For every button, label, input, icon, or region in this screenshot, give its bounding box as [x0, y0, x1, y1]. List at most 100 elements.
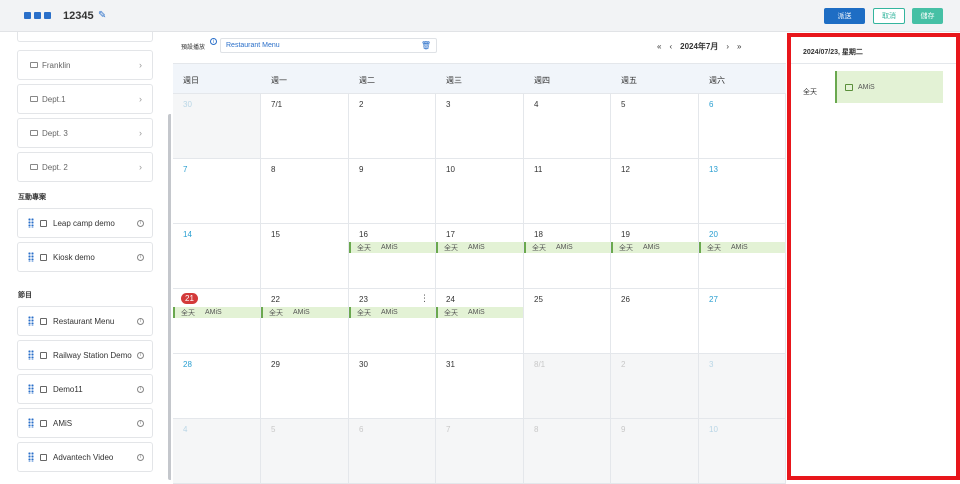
calendar-day-cell[interactable]: 22 全天 AMiS [261, 289, 349, 354]
calendar-day-cell[interactable]: 5 [261, 419, 349, 484]
folder-item[interactable]: Dept. 3 › [17, 118, 153, 148]
calendar-day-cell[interactable]: 26 [611, 289, 699, 354]
drag-handle-icon[interactable] [28, 350, 34, 360]
day-number: 5 [621, 100, 626, 109]
day-number: 30 [359, 360, 368, 369]
first-month-button[interactable]: « [657, 42, 661, 51]
info-icon[interactable]: i [137, 385, 144, 393]
calendar-day-cell[interactable]: 12 [611, 159, 699, 224]
calendar-day-cell[interactable]: 30 [349, 354, 436, 419]
program-item[interactable]: Railway Station Demo i [17, 340, 153, 370]
calendar-day-cell[interactable]: 25 [524, 289, 611, 354]
last-month-button[interactable]: » [737, 42, 741, 51]
folder-partial[interactable] [17, 32, 153, 42]
program-item[interactable]: AMiS i [17, 408, 153, 438]
next-month-button[interactable]: › [726, 42, 729, 51]
day-number: 8 [271, 165, 276, 174]
program-item[interactable]: Advantech Video i [17, 442, 153, 472]
calendar-day-cell[interactable]: 4 [173, 419, 261, 484]
calendar-day-cell[interactable]: 20 全天 AMiS [699, 224, 786, 289]
calendar-day-cell[interactable]: 10 [436, 159, 524, 224]
day-number: 13 [709, 165, 718, 174]
calendar-day-cell[interactable]: 4 [524, 94, 611, 159]
info-icon[interactable]: i [137, 253, 144, 261]
drag-handle-icon[interactable] [28, 218, 34, 228]
publish-button[interactable]: 派送 [824, 8, 865, 24]
program-item[interactable]: Demo11 i [17, 374, 153, 404]
info-icon[interactable]: i [137, 317, 144, 325]
calendar-day-cell[interactable]: 19 全天 AMiS [611, 224, 699, 289]
interactive-item[interactable]: Leap camp demo i [17, 208, 153, 238]
calendar-event[interactable]: 全天 AMiS [524, 242, 610, 253]
drag-handle-icon[interactable] [28, 252, 34, 262]
calendar-day-cell[interactable]: 8/1 [524, 354, 611, 419]
sidebar-scrollbar[interactable] [168, 114, 171, 480]
trash-icon[interactable]: 🗑 [421, 41, 431, 50]
info-icon[interactable]: i [137, 453, 144, 461]
calendar-day-cell[interactable]: 16 全天 AMiS [349, 224, 436, 289]
calendar-event[interactable]: 全天 AMiS [349, 307, 435, 318]
calendar-day-cell[interactable]: 2 [611, 354, 699, 419]
calendar-event[interactable]: 全天 AMiS [261, 307, 348, 318]
calendar-day-cell[interactable]: 3 [699, 354, 786, 419]
folder-item[interactable]: Dept.1 › [17, 84, 153, 114]
calendar-day-cell[interactable]: 15 [261, 224, 349, 289]
calendar-day-cell[interactable]: 2 [349, 94, 436, 159]
calendar-day-cell[interactable]: 17 全天 AMiS [436, 224, 524, 289]
calendar-day-cell[interactable]: 9 [611, 419, 699, 484]
calendar-day-cell[interactable]: 11 [524, 159, 611, 224]
calendar-day-cell[interactable]: 9 [349, 159, 436, 224]
calendar-day-cell[interactable]: 30 [173, 94, 261, 159]
calendar-day-cell[interactable]: 18 全天 AMiS [524, 224, 611, 289]
calendar-day-cell[interactable]: 24 全天 AMiS [436, 289, 524, 354]
folder-item[interactable]: Franklin › [17, 50, 153, 80]
calendar-event[interactable]: 全天 AMiS [699, 242, 785, 253]
calendar-event[interactable]: 全天 AMiS [349, 242, 435, 253]
info-icon[interactable]: i [210, 38, 217, 45]
preset-select[interactable]: Restaurant Menu 🗑 [220, 38, 437, 53]
calendar-event[interactable]: 全天 AMiS [436, 307, 523, 318]
info-icon[interactable]: i [137, 351, 144, 359]
prev-month-button[interactable]: ‹ [669, 42, 672, 51]
folder-item[interactable]: Dept. 2 › [17, 152, 153, 182]
calendar-day-cell[interactable]: 13 [699, 159, 786, 224]
drag-handle-icon[interactable] [28, 316, 34, 326]
calendar-day-cell[interactable]: 31 [436, 354, 524, 419]
calendar-day-cell[interactable]: 29 [261, 354, 349, 419]
interactive-item[interactable]: Kiosk demo i [17, 242, 153, 272]
calendar-day-cell[interactable]: 6 [699, 94, 786, 159]
day-number: 15 [271, 230, 280, 239]
day-number: 28 [183, 360, 192, 369]
save-button[interactable]: 儲存 [912, 8, 943, 24]
edit-pencil-icon[interactable]: ✎ [98, 10, 106, 21]
program-item[interactable]: Restaurant Menu i [17, 306, 153, 336]
info-icon[interactable]: i [137, 219, 144, 227]
detail-event[interactable]: AMiS [835, 71, 943, 103]
kiosk-icon [40, 219, 47, 227]
cancel-button[interactable]: 取消 [873, 8, 905, 24]
info-icon[interactable]: i [137, 419, 144, 427]
calendar-event[interactable]: 全天 AMiS [436, 242, 523, 253]
calendar-day-cell[interactable]: 14 [173, 224, 261, 289]
calendar-day-cell[interactable]: 7/1 [261, 94, 349, 159]
calendar-event[interactable]: 全天 AMiS [611, 242, 698, 253]
calendar-day-cell[interactable]: 21 全天 AMiS [173, 289, 261, 354]
drag-handle-icon[interactable] [28, 452, 34, 462]
calendar-day-cell[interactable]: 3 [436, 94, 524, 159]
more-options-icon[interactable]: ⋮ [420, 293, 429, 304]
calendar-day-cell[interactable]: 8 [524, 419, 611, 484]
calendar-day-cell[interactable]: 6 [349, 419, 436, 484]
calendar-day-cell[interactable]: 23 ⋮ 全天 AMiS [349, 289, 436, 354]
calendar-day-cell[interactable]: 7 [173, 159, 261, 224]
calendar-day-cell[interactable]: 7 [436, 419, 524, 484]
event-allday-label: 全天 [444, 244, 458, 252]
calendar-day-cell[interactable]: 8 [261, 159, 349, 224]
calendar-day-cell[interactable]: 28 [173, 354, 261, 419]
calendar-day-cell[interactable]: 5 [611, 94, 699, 159]
calendar-event[interactable]: 全天 AMiS [173, 307, 260, 318]
day-number: 6 [709, 100, 714, 109]
calendar-day-cell[interactable]: 27 [699, 289, 786, 354]
calendar-day-cell[interactable]: 10 [699, 419, 786, 484]
drag-handle-icon[interactable] [28, 384, 34, 394]
drag-handle-icon[interactable] [28, 418, 34, 428]
